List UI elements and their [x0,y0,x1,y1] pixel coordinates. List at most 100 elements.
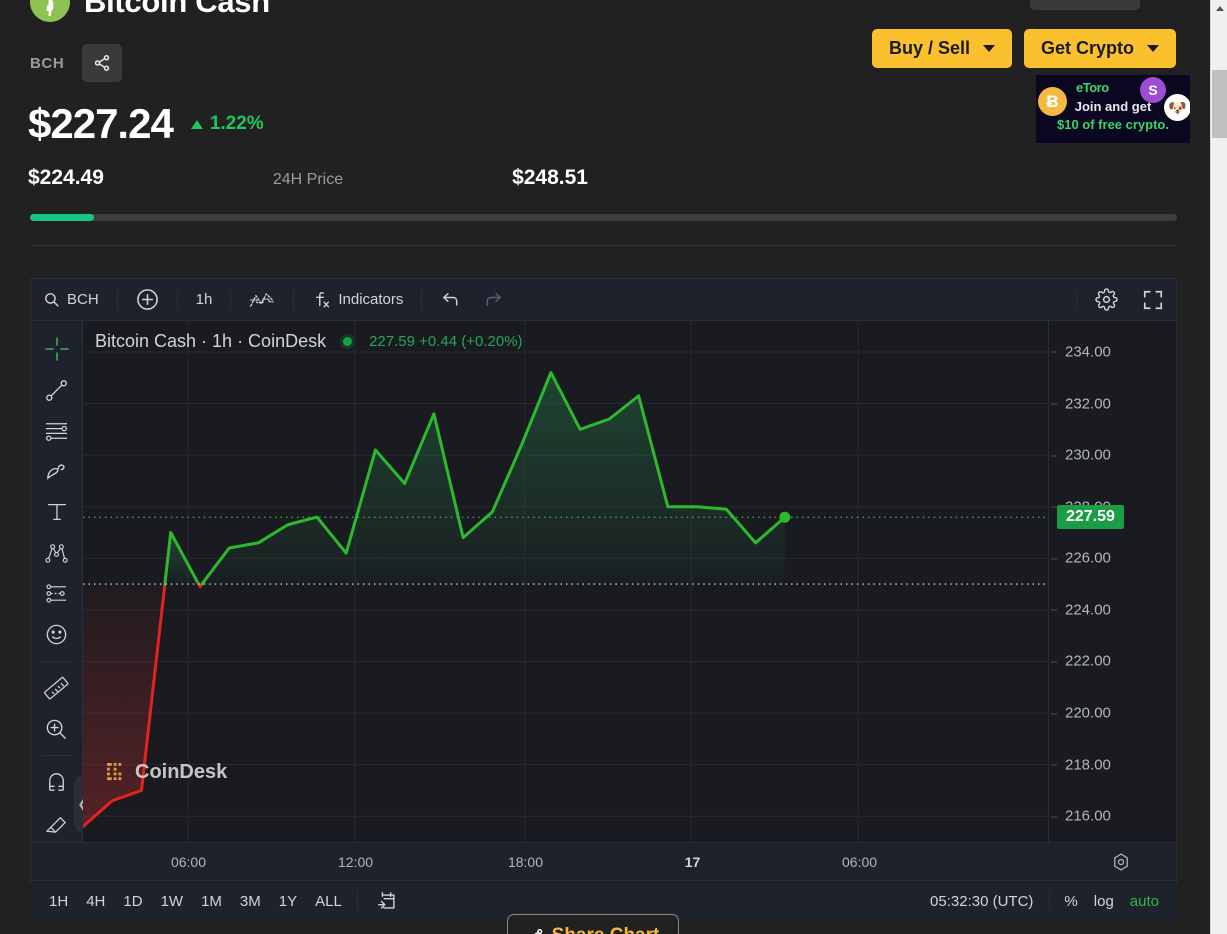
chart-body: ❮ Bitcoin Cash · 1h · CoinDesk 227.59 +0… [31,321,1176,842]
change-percent: 1.22% [209,113,264,134]
area-chart-icon [250,292,275,307]
time-tick: 06:00 [841,854,878,870]
price-tick: 222.00 [1051,652,1111,670]
fib-retracement-icon[interactable] [38,413,76,450]
range-button-1d[interactable]: 1D [114,889,151,914]
brush-icon[interactable] [38,453,76,490]
chart-settings-button[interactable] [1086,285,1127,315]
header-divider [30,245,1177,246]
long-position-icon[interactable] [38,576,76,613]
price-change: 1.22% [190,113,264,135]
price-tick: 220.00 [1051,704,1111,722]
time-tick: 18:00 [507,854,543,870]
get-crypto-label: Get Crypto [1040,38,1134,58]
price-tick: 234.00 [1051,343,1111,361]
etoro-ad-banner[interactable]: Ƀ S 🐶 eToro Join and get $10 of free cry… [1036,75,1190,143]
redo-button[interactable] [475,285,513,315]
chevron-down-icon [982,45,995,52]
plus-circle-icon [136,289,158,310]
scroll-up-arrow-icon[interactable] [1211,0,1227,17]
text-icon[interactable] [38,494,76,531]
log-scale-button[interactable]: log [1086,889,1122,914]
toolbar-separator [116,289,118,310]
range-high-value: $248.51 [512,166,588,189]
trend-line-icon[interactable] [38,372,76,409]
bitcoin-cash-logo-icon [30,0,70,22]
buy-sell-button[interactable]: Buy / Sell [871,29,1012,68]
legend-values: 227.59 +0.44 (+0.20%) [369,333,523,350]
price-range-bar [30,214,1177,221]
caret-up-icon [190,119,203,129]
share-chart-button[interactable]: Share Chart [507,914,679,934]
add-symbol-button[interactable] [127,285,168,315]
scrollbar-thumb[interactable] [1212,70,1227,138]
share-button[interactable] [82,44,123,82]
magnet-icon[interactable] [38,764,76,801]
ad-line2: $10 of free crypto. [1057,117,1169,132]
time-scale[interactable]: 06:00 12:00 18:00 17 06:00 [31,842,1176,880]
range-button-all[interactable]: ALL [306,889,351,914]
range-button-3m[interactable]: 3M [231,889,270,914]
range-button-1h[interactable]: 1H [40,889,77,914]
toolbar-separator [421,289,423,310]
time-tick: 12:00 [337,854,374,870]
range-low-value: $224.49 [28,166,104,189]
toolbar-separator [230,289,232,310]
interval-button[interactable]: 1h [187,285,222,315]
chart-toolbar: BCH 1h Indicators [31,279,1176,321]
calendar-goto-icon [377,892,395,909]
price-range-bar-fill [30,214,95,221]
function-icon [316,292,330,308]
eraser-icon[interactable] [38,805,76,842]
go-to-realtime-button[interactable] [1110,851,1132,873]
toolbar-separator [293,289,295,310]
range-button-1m[interactable]: 1M [192,889,231,914]
chart-clock: 05:32:30 (UTC) [930,892,1034,910]
goto-date-button[interactable] [367,886,407,916]
price-tick: 224.00 [1051,601,1111,619]
range-button-1y[interactable]: 1Y [270,889,306,914]
fullscreen-button[interactable] [1133,285,1173,315]
chart-plot-area[interactable]: Bitcoin Cash · 1h · CoinDesk 227.59 +0.4… [83,321,1048,842]
redo-icon [487,292,502,306]
ad-line1: Join and get [1074,99,1152,114]
range-button-1w[interactable]: 1W [152,889,193,914]
auto-scale-button[interactable]: auto [1122,889,1167,914]
zoom-in-icon[interactable] [38,711,76,748]
ticker-row: BCH [30,44,123,82]
percent-scale-button[interactable]: % [1056,889,1085,914]
chart-type-button[interactable] [240,285,284,315]
page-scrollbar[interactable] [1210,0,1227,934]
coindesk-watermark-label: CoinDesk [135,761,228,783]
buy-sell-label: Buy / Sell [888,38,970,58]
time-tick: 06:00 [170,854,207,870]
interval-label: 1h [195,291,213,308]
emoji-icon[interactable] [38,616,76,653]
range-label: 24H Price [272,171,344,188]
price-area-chart [83,321,1048,842]
price-tick: 230.00 [1051,446,1111,464]
page-root: Bitcoin Cash BCH $227.24 1.22% $224.49 2… [0,0,1227,934]
price-tick: 232.00 [1051,395,1111,413]
top-partial-button[interactable] [1030,0,1140,10]
range-button-4h[interactable]: 4H [77,889,114,914]
current-price: $227.24 [28,100,174,147]
legend-title: Bitcoin Cash · 1h · CoinDesk [95,331,327,351]
get-crypto-button[interactable]: Get Crypto [1023,29,1176,68]
cta-row: Buy / Sell Get Crypto [871,29,1176,68]
coin-header: Bitcoin Cash [30,0,270,22]
fullscreen-icon [1143,290,1163,309]
coindesk-watermark: CoinDesk [107,761,227,784]
price-scale[interactable]: 234.00232.00230.00228.00226.00224.00222.… [1048,321,1176,842]
pattern-icon[interactable] [38,535,76,572]
undo-button[interactable] [431,285,469,315]
symbol-search-button[interactable]: BCH [34,285,108,315]
crosshair-icon[interactable] [38,331,76,368]
measure-icon[interactable] [38,670,76,707]
indicators-label: Indicators [338,291,404,308]
rail-separator [40,661,73,662]
price-tick: 226.00 [1051,549,1111,567]
page-title: Bitcoin Cash [84,0,270,19]
price-tick: 218.00 [1051,756,1111,774]
indicators-button[interactable]: Indicators [303,285,412,315]
